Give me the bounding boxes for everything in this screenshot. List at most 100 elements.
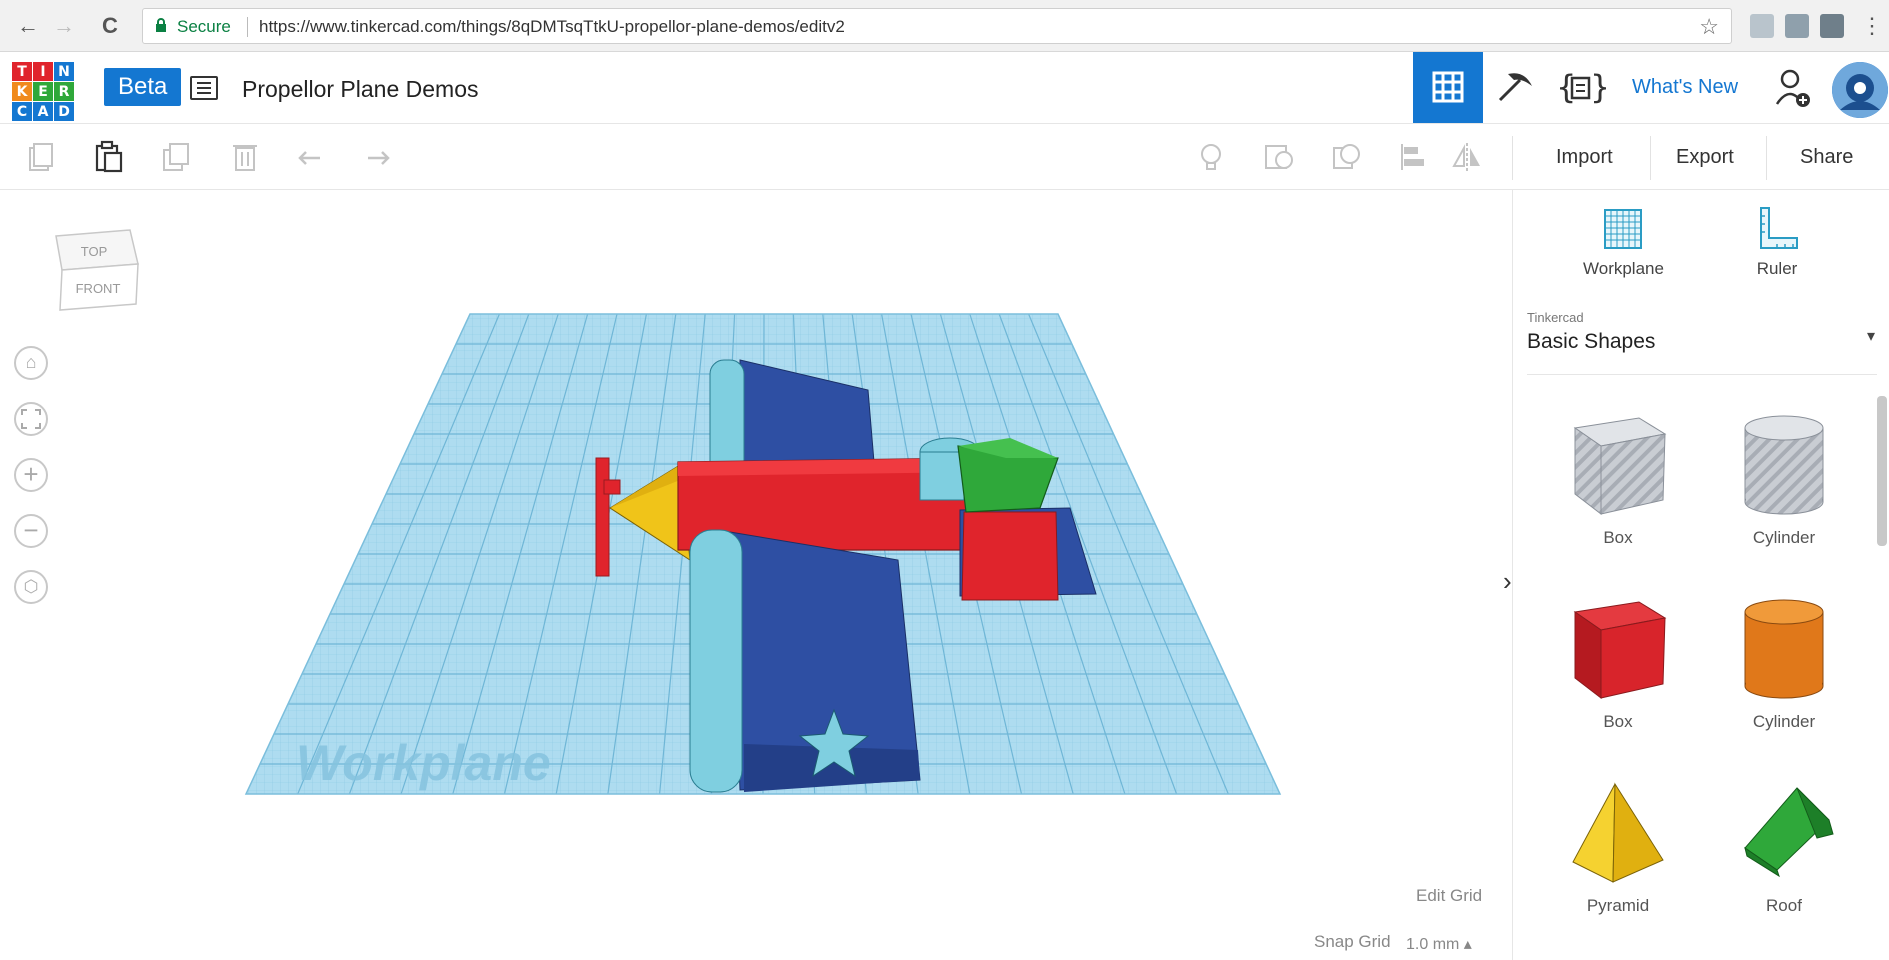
lightbulb-icon[interactable] [1194, 140, 1228, 174]
pickaxe-icon[interactable] [1494, 66, 1536, 108]
shape-cylinder-striped[interactable]: Cylinder [1709, 406, 1859, 586]
box-shape-icon [1573, 417, 1667, 516]
snap-grid-label: Snap Grid [1314, 932, 1391, 951]
shape-label: Roof [1766, 896, 1802, 915]
secure-label: Secure [177, 17, 231, 36]
logo-letter: I [33, 62, 53, 81]
design-title[interactable]: Propellor Plane Demos [242, 76, 479, 103]
box-shape-icon [1573, 601, 1667, 700]
logo-letter: D [54, 102, 74, 121]
fit-view-icon[interactable] [14, 402, 48, 436]
collapse-panel-icon[interactable]: › [1503, 566, 1512, 597]
import-button[interactable]: Import [1556, 146, 1613, 169]
perspective-icon[interactable]: ⬡ [14, 570, 48, 604]
whats-new-link[interactable]: What's New [1632, 76, 1738, 99]
view-cube[interactable]: TOP FRONT [50, 224, 142, 324]
logo-letter: N [54, 62, 74, 81]
extension-icon[interactable] [1820, 14, 1844, 38]
browser-toolbar: ← → C Secure https://www.tinkercad.com/t… [0, 0, 1889, 52]
code-blocks-icon[interactable]: { } [1556, 66, 1606, 108]
paste-icon[interactable] [92, 140, 126, 174]
snap-grid-select[interactable]: 1.0 mm ▴ [1406, 934, 1472, 954]
align-icon[interactable] [1396, 140, 1430, 174]
shape-roof[interactable]: Roof [1709, 774, 1859, 954]
back-icon[interactable]: ← [14, 12, 42, 40]
bottom-wing[interactable] [689, 529, 921, 793]
shape-label: Cylinder [1752, 528, 1816, 547]
roof-shape-icon [1744, 787, 1834, 878]
address-bar[interactable]: Secure https://www.tinkercad.com/things/… [142, 8, 1732, 44]
zoom-out-icon[interactable]: − [14, 514, 48, 548]
shape-label: Box [1603, 712, 1633, 731]
reload-icon[interactable]: C [96, 12, 124, 40]
shape-pyramid[interactable]: Pyramid [1543, 774, 1693, 954]
redo-icon[interactable] [362, 140, 396, 174]
mirror-icon[interactable] [1450, 140, 1484, 174]
logo-letter: K [12, 82, 32, 101]
copy-icon[interactable] [24, 140, 58, 174]
cylinder-shape-icon [1744, 415, 1824, 515]
add-user-icon[interactable] [1775, 68, 1811, 108]
logo-letter: A [33, 102, 53, 121]
shape-box-striped[interactable]: Box [1543, 406, 1693, 586]
divider [1527, 374, 1877, 375]
logo-letter: E [33, 82, 53, 101]
shapes-panel: › Workplane Ruler Tinkercad Basic Shapes… [1503, 190, 1889, 960]
ungroup-icon[interactable] [1330, 140, 1364, 174]
design-list-icon[interactable] [190, 76, 218, 100]
divider [1512, 136, 1513, 180]
extension-icon[interactable] [1750, 14, 1774, 38]
chevron-down-icon[interactable]: ▾ [1867, 326, 1875, 346]
3d-viewport[interactable]: Workplane TOP FRONT ⌂ + − ⬡ Edit Grid Sn… [0, 190, 1512, 960]
divider [247, 17, 248, 37]
workplane-icon [1604, 209, 1643, 249]
workplane-watermark: Workplane [296, 735, 551, 791]
view-cube-front-label[interactable]: FRONT [76, 281, 121, 296]
browser-menu-icon[interactable]: ⋮ [1858, 12, 1886, 40]
svg-text:}: } [1590, 68, 1606, 106]
zoom-in-icon[interactable]: + [14, 458, 48, 492]
forward-icon[interactable]: → [50, 12, 78, 40]
beta-badge: Beta [104, 68, 182, 106]
url-text[interactable]: https://www.tinkercad.com/things/8qDMTsq… [259, 17, 845, 37]
logo-letter: T [12, 62, 32, 81]
divider [1766, 136, 1767, 180]
shape-label: Pyramid [1586, 896, 1650, 915]
ruler-icon [1760, 207, 1798, 249]
panel-scrollbar[interactable] [1877, 396, 1887, 546]
view-cube-top-label[interactable]: TOP [81, 244, 108, 259]
shape-label: Box [1603, 528, 1633, 547]
home-view-icon[interactable]: ⌂ [14, 346, 48, 380]
edit-grid-button[interactable]: Edit Grid [1416, 886, 1482, 906]
group-icon[interactable] [1262, 140, 1296, 174]
export-button[interactable]: Export [1676, 146, 1734, 169]
extension-icon[interactable] [1785, 14, 1809, 38]
shape-cylinder-solid[interactable]: Cylinder [1709, 590, 1859, 770]
ruler-tool-button[interactable]: Ruler [1753, 204, 1801, 279]
logo-letter: C [12, 102, 32, 121]
ruler-tool-label: Ruler [1756, 259, 1798, 278]
undo-icon[interactable] [292, 140, 326, 174]
library-select[interactable]: Basic Shapes [1527, 330, 1655, 354]
avatar-image [1832, 62, 1888, 118]
bookmark-star-icon[interactable]: ☆ [1699, 14, 1719, 40]
duplicate-icon[interactable] [160, 140, 194, 174]
divider [1650, 136, 1651, 180]
3d-view-button[interactable] [1413, 52, 1483, 123]
svg-text:{: { [1556, 68, 1576, 106]
pyramid-shape-icon [1572, 782, 1664, 883]
workplane-tool-button[interactable]: Workplane [1583, 204, 1664, 279]
app-header: T I N K E R C A D Beta Propellor Plane D… [0, 52, 1889, 124]
logo-letter: R [54, 82, 74, 101]
shape-label: Cylinder [1752, 712, 1816, 731]
share-button[interactable]: Share [1800, 146, 1853, 169]
workplane-tool-label: Workplane [1583, 259, 1664, 278]
tinkercad-logo[interactable]: T I N K E R C A D [12, 62, 74, 121]
avatar[interactable] [1832, 62, 1888, 118]
library-source: Tinkercad [1527, 310, 1584, 325]
shape-box-solid[interactable]: Box [1543, 590, 1693, 770]
delete-icon[interactable] [228, 140, 262, 174]
lock-icon [156, 18, 166, 32]
grid-view-icon [1432, 71, 1464, 103]
scene[interactable]: Workplane [0, 190, 1512, 960]
